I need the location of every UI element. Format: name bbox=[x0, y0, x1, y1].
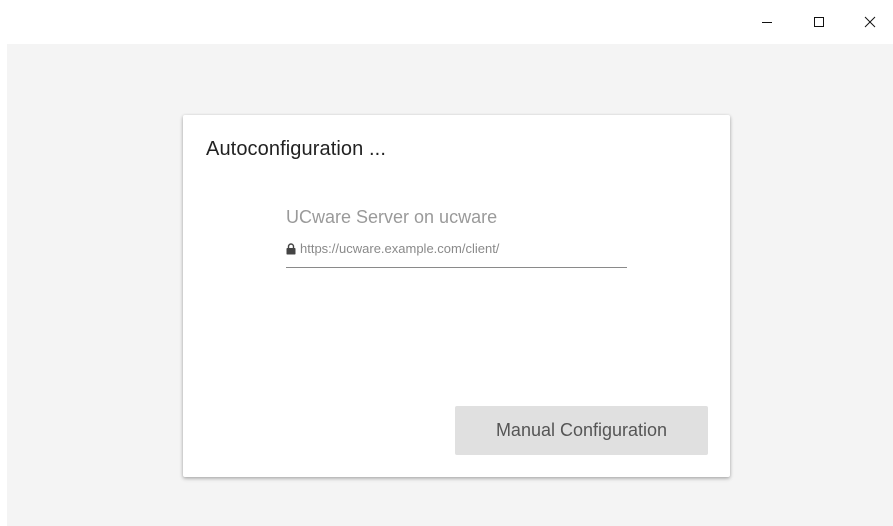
minimize-icon bbox=[762, 22, 772, 23]
server-url: https://ucware.example.com/client/ bbox=[300, 241, 500, 256]
server-url-row: https://ucware.example.com/client/ bbox=[286, 241, 499, 256]
server-name: UCware Server on ucware bbox=[286, 207, 498, 227]
manual-configuration-button[interactable]: Manual Configuration bbox=[455, 406, 708, 455]
server-list-item[interactable]: UCware Server on ucware https://ucware.e… bbox=[286, 207, 627, 268]
dialog-title: Autoconfiguration ... bbox=[206, 138, 386, 160]
close-button[interactable] bbox=[847, 0, 893, 44]
window-titlebar bbox=[0, 0, 893, 44]
maximize-icon bbox=[814, 17, 824, 27]
lock-icon bbox=[286, 242, 296, 254]
close-icon bbox=[864, 16, 876, 28]
autoconfiguration-dialog: Autoconfiguration ... UCware Server on u… bbox=[183, 115, 730, 477]
maximize-button[interactable] bbox=[796, 0, 842, 44]
minimize-button[interactable] bbox=[744, 0, 790, 44]
